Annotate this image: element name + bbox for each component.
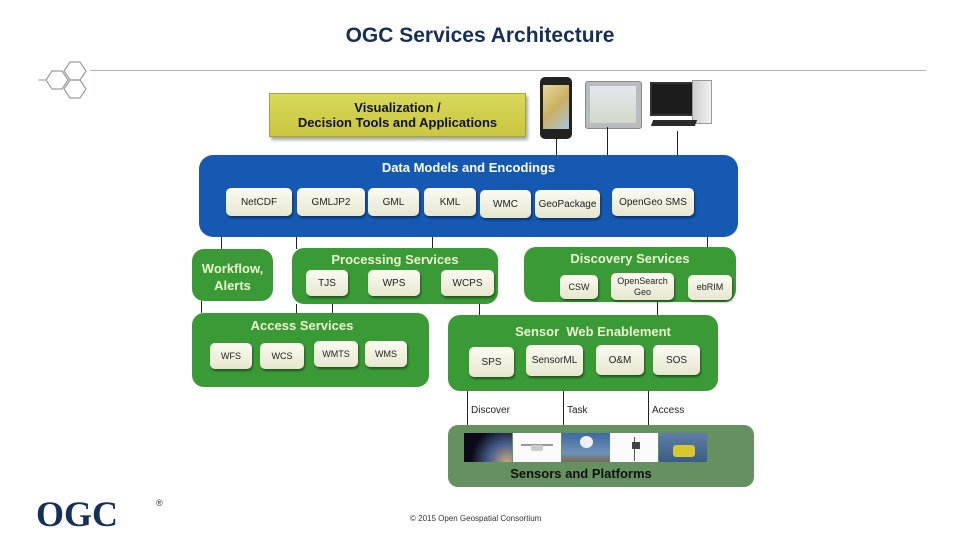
connector-line (677, 131, 678, 156)
workflow-alerts-label: Workflow, Alerts (192, 260, 273, 294)
connector-line (467, 391, 468, 427)
connector-line (296, 237, 297, 249)
service-om[interactable]: O&M (596, 345, 644, 375)
connector-line (332, 304, 333, 313)
workflow-label-line2: Alerts (214, 278, 251, 293)
service-tjs[interactable]: TJS (306, 270, 348, 296)
service-wms[interactable]: WMS (365, 341, 407, 367)
data-models-title: Data Models and Encodings (381, 160, 556, 175)
encoding-geopackage[interactable]: GeoPackage (535, 190, 600, 218)
connector-line (556, 139, 557, 156)
page-title: OGC Services Architecture (345, 24, 615, 47)
connector-line (221, 237, 222, 249)
visualization-label-line1: Visualization / (354, 100, 441, 115)
discovery-services-title: Discovery Services (570, 251, 690, 266)
service-opensearch-geo[interactable]: OpenSearch Geo (611, 273, 674, 300)
copyright-notice: © 2015 Open Geospatial Consortium (410, 514, 542, 523)
connector-line (657, 302, 658, 316)
drone-image (513, 433, 561, 462)
encoding-gml[interactable]: GML (368, 188, 419, 216)
hexagon-logo-icon (38, 61, 87, 99)
service-wfs[interactable]: WFS (210, 343, 252, 369)
encoding-gmljp2[interactable]: GMLJP2 (297, 188, 365, 216)
connector-line (607, 127, 608, 156)
link-label-access: Access (652, 405, 685, 416)
visualization-box: Visualization / Decision Tools and Appli… (269, 93, 526, 137)
service-wps[interactable]: WPS (368, 270, 420, 296)
satellite-image (464, 433, 512, 462)
encoding-kml[interactable]: KML (424, 188, 476, 216)
buoy-image (659, 433, 707, 462)
service-sps[interactable]: SPS (469, 347, 514, 377)
service-wcs[interactable]: WCS (260, 343, 304, 369)
connector-line (296, 304, 297, 313)
link-label-task: Task (567, 405, 588, 416)
service-wmts[interactable]: WMTS (314, 341, 358, 367)
weather-station-image (610, 433, 658, 462)
workflow-label-line1: Workflow, (201, 261, 264, 276)
service-ebrim[interactable]: ebRIM (688, 275, 732, 300)
weather-radar-image (562, 433, 610, 462)
sensor-web-enablement-title: Sensor Web Enablement (515, 324, 671, 339)
processing-services-title: Processing Services (331, 252, 459, 267)
service-sensorml[interactable]: SensorML (526, 345, 583, 376)
encoding-wmc[interactable]: WMC (480, 190, 531, 218)
connector-line (201, 301, 202, 313)
service-sos[interactable]: SOS (653, 345, 700, 375)
visualization-label-line2: Decision Tools and Applications (297, 115, 498, 130)
connector-line (563, 391, 564, 427)
service-wcps[interactable]: WCPS (441, 270, 494, 296)
ogc-logo: OGC (36, 494, 119, 534)
service-csw[interactable]: CSW (560, 275, 598, 299)
connector-line (648, 391, 649, 427)
tablet-icon (585, 81, 642, 129)
registered-mark: ® (156, 498, 163, 508)
desktop-computer-icon (650, 80, 712, 132)
title-divider (90, 70, 926, 71)
encoding-netcdf[interactable]: NetCDF (226, 188, 292, 216)
smartphone-icon (540, 77, 572, 139)
sensors-platforms-title: Sensors and Platforms (510, 466, 652, 481)
encoding-opengeo-sms[interactable]: OpenGeo SMS (612, 188, 694, 216)
access-services-title: Access Services (250, 318, 354, 333)
link-label-discover: Discover (471, 405, 510, 416)
